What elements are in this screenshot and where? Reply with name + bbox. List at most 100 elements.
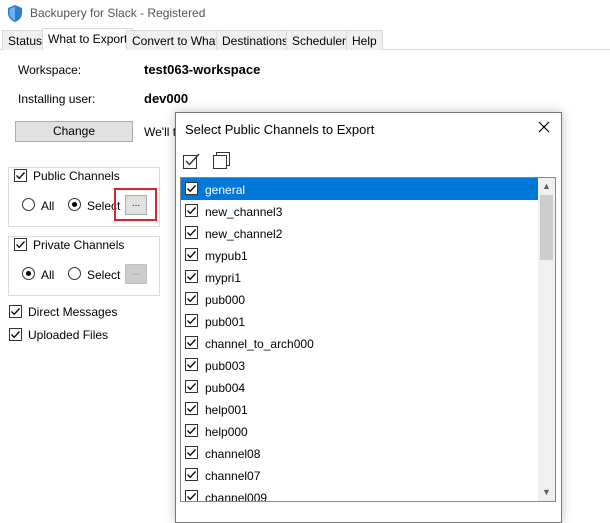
channel-row[interactable]: mypri1 — [181, 266, 540, 288]
public-select-radio[interactable] — [68, 198, 81, 211]
close-icon[interactable] — [537, 120, 551, 134]
scroll-up-icon[interactable]: ▲ — [538, 178, 555, 195]
public-all-radio[interactable] — [22, 198, 35, 211]
channel-name: mypub1 — [205, 249, 248, 263]
check-icon — [187, 185, 196, 193]
vertical-scrollbar[interactable]: ▲ ▼ — [538, 178, 555, 501]
tab-scheduler[interactable]: Scheduler — [286, 30, 353, 50]
private-channels-label: Private Channels — [33, 238, 125, 252]
channel-row[interactable]: channel08 — [181, 442, 540, 464]
check-icon — [187, 295, 196, 303]
select-channels-dialog: Select Public Channels to Export channel… — [175, 112, 562, 523]
channel-checkbox[interactable] — [185, 314, 198, 327]
public-channels-checkbox[interactable] — [14, 169, 27, 182]
channel-name: general — [205, 183, 246, 197]
scroll-thumb[interactable] — [540, 195, 553, 260]
check-icon — [187, 427, 196, 435]
channel-checkbox[interactable] — [185, 358, 198, 371]
private-browse-button[interactable]: ... — [125, 264, 147, 284]
channel-name: mypri1 — [205, 271, 242, 285]
channel-name: pub000 — [205, 293, 246, 307]
channel-row[interactable]: new_channel3 — [181, 200, 540, 222]
tab-destinations[interactable]: Destinations — [216, 30, 295, 50]
channel-row[interactable]: pub001 — [181, 310, 540, 332]
check-icon — [187, 317, 196, 325]
scroll-down-icon[interactable]: ▼ — [538, 484, 555, 501]
check-icon — [187, 405, 196, 413]
channel-row[interactable]: help001 — [181, 398, 540, 420]
tab-convert-to-what[interactable]: Convert to What — [126, 30, 225, 50]
channel-checkbox[interactable] — [185, 468, 198, 481]
change-button[interactable]: Change — [15, 121, 133, 142]
check-all-icon[interactable] — [182, 151, 202, 171]
check-icon — [187, 273, 196, 281]
channel-name: new_channel3 — [205, 205, 283, 219]
tab-what-to-export[interactable]: What to Export — [42, 28, 134, 51]
channel-name: help000 — [205, 425, 248, 439]
channel-checkbox[interactable] — [185, 248, 198, 261]
channel-row[interactable]: mypub1 — [181, 244, 540, 266]
uncheck-all-icon[interactable] — [212, 151, 232, 171]
direct-messages-label: Direct Messages — [28, 305, 118, 319]
channel-row[interactable]: pub003 — [181, 354, 540, 376]
channel-name: channel07 — [205, 469, 261, 483]
private-select-radio[interactable] — [68, 267, 81, 280]
channel-checkbox[interactable] — [185, 270, 198, 283]
private-all-radio[interactable] — [22, 267, 35, 280]
check-icon — [11, 331, 20, 339]
check-icon — [187, 383, 196, 391]
dialog-title: Select Public Channels to Export — [185, 122, 375, 137]
workspace-value: test063-workspace — [144, 62, 261, 77]
check-icon — [187, 361, 196, 369]
direct-messages-checkbox[interactable] — [9, 305, 22, 318]
channel-list[interactable]: channel009 channel07 channel08 help000 help0… — [180, 177, 556, 502]
uploaded-files-label: Uploaded Files — [28, 328, 109, 342]
private-channels-checkbox[interactable] — [14, 238, 27, 251]
channel-row[interactable]: pub004 — [181, 376, 540, 398]
channel-checkbox[interactable] — [185, 490, 198, 501]
check-icon — [187, 229, 196, 237]
channel-checkbox[interactable] — [185, 336, 198, 349]
channel-name: pub001 — [205, 315, 246, 329]
channel-row[interactable]: channel07 — [181, 464, 540, 486]
channel-checkbox[interactable] — [185, 204, 198, 217]
tab-help[interactable]: Help — [346, 30, 383, 50]
channel-row[interactable]: pub000 — [181, 288, 540, 310]
channel-checkbox[interactable] — [185, 446, 198, 459]
installing-user-label: Installing user: — [18, 92, 96, 106]
channel-row[interactable]: general — [181, 178, 540, 200]
channel-name: channel08 — [205, 447, 261, 461]
channel-name: pub004 — [205, 381, 246, 395]
channel-row[interactable]: new_channel2 — [181, 222, 540, 244]
public-browse-button[interactable]: ... — [125, 195, 147, 215]
app-shield-icon — [8, 5, 22, 22]
check-icon — [16, 172, 25, 180]
check-icon — [187, 493, 196, 501]
check-icon — [187, 251, 196, 259]
channel-name: new_channel2 — [205, 227, 283, 241]
check-icon — [16, 241, 25, 249]
workspace-label: Workspace: — [18, 63, 82, 77]
channel-name: help001 — [205, 403, 248, 417]
channel-row[interactable]: help000 — [181, 420, 540, 442]
channel-checkbox[interactable] — [185, 424, 198, 437]
channel-row[interactable]: channel009 — [181, 486, 540, 502]
channel-row[interactable]: channel_to_arch000 — [181, 332, 540, 354]
channel-checkbox[interactable] — [185, 292, 198, 305]
check-icon — [11, 308, 20, 316]
private-all-label: All — [41, 268, 55, 282]
public-all-label: All — [41, 199, 55, 213]
channel-checkbox[interactable] — [185, 402, 198, 415]
radio-dot — [26, 271, 31, 276]
public-channels-label: Public Channels — [33, 169, 120, 183]
channel-checkbox[interactable] — [185, 380, 198, 393]
channel-checkbox[interactable] — [185, 182, 198, 195]
check-icon — [187, 207, 196, 215]
check-icon — [187, 339, 196, 347]
channel-name: channel009 — [205, 491, 268, 502]
tab-strip: Status What to Export Convert to What De… — [0, 28, 610, 51]
channel-checkbox[interactable] — [185, 226, 198, 239]
uploaded-files-checkbox[interactable] — [9, 328, 22, 341]
installing-user-value: dev000 — [144, 91, 189, 106]
window-title: Backupery for Slack - Registered — [30, 6, 206, 20]
